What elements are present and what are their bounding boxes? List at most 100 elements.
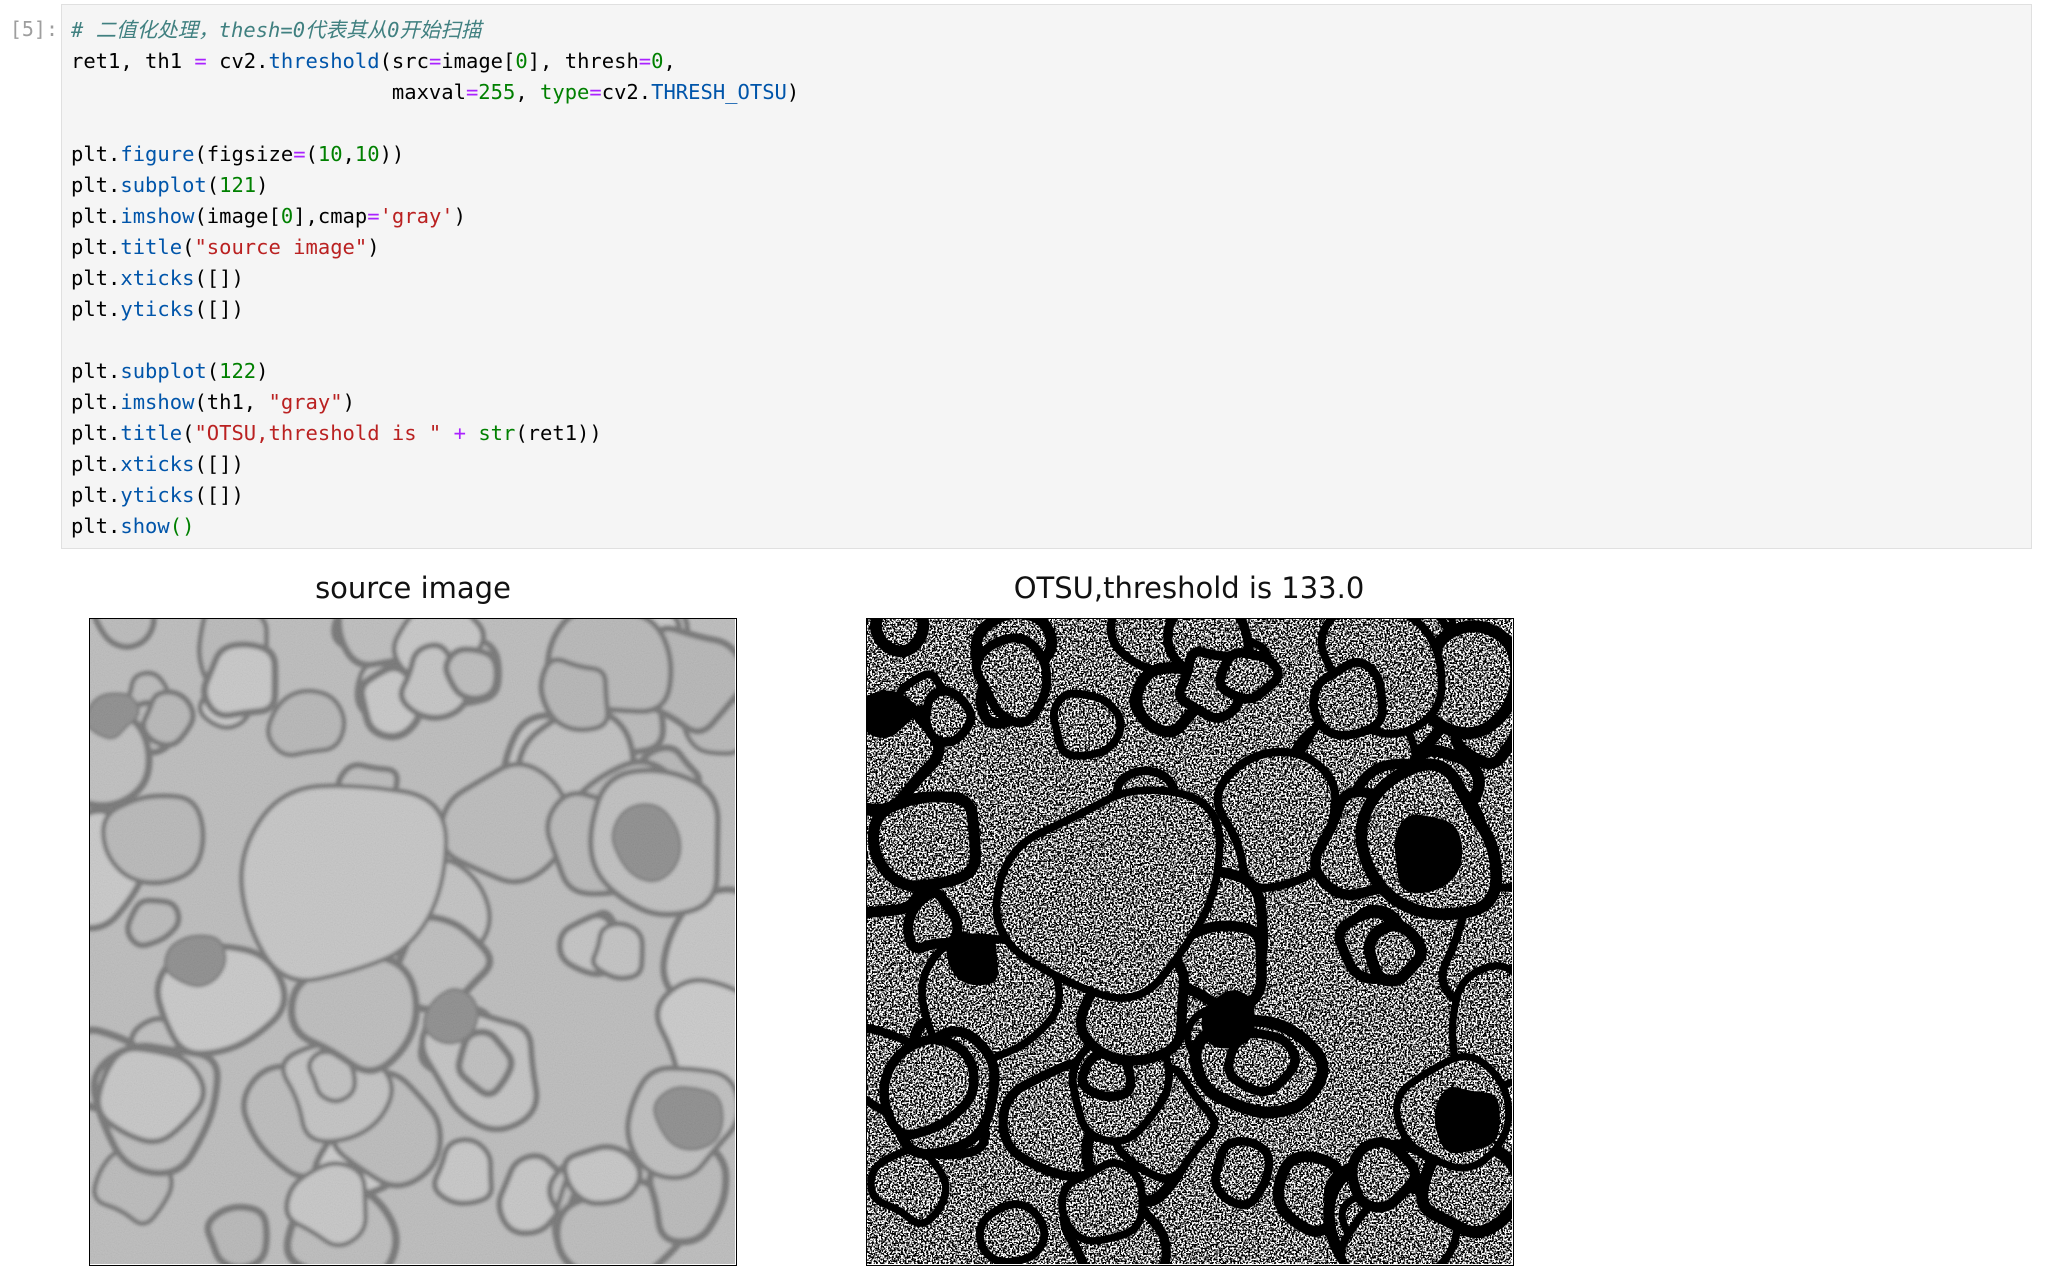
otsu-image-axes [866,618,1514,1266]
code-token: (ret1)) [515,421,602,445]
code-token: ([]) [194,297,244,321]
code-token: 121 [219,173,257,197]
code-token: 0 [651,49,664,73]
code-token: "gray" [268,390,343,414]
code-token: (figsize [194,142,294,166]
code-token: ) [453,204,466,228]
code-token: (src [379,49,429,73]
code-line[interactable]: maxval=255, type=cv2.THRESH_OTSU) [71,77,799,108]
code-token: ) [256,359,269,383]
code-line[interactable]: plt.title("source image") [71,232,799,263]
code-token: "source image" [194,235,368,259]
code-line[interactable]: plt.subplot(121) [71,170,799,201]
code-token: 'gray' [379,204,454,228]
code-line[interactable] [71,325,799,356]
code-token: "OTSU,threshold is " [194,421,442,445]
code-token: plt. [71,483,121,507]
otsu-binary-image [867,619,1512,1264]
code-token: ret1, th1 [71,49,195,73]
code-token: ) [342,390,355,414]
code-token: show [120,514,170,538]
code-token: ([]) [194,452,244,476]
code-token: 0 [280,204,294,228]
code-line[interactable]: plt.xticks([]) [71,449,799,480]
code-token: plt. [71,421,121,445]
code-token: ([]) [194,266,244,290]
code-token: xticks [120,452,195,476]
code-token: ) [256,173,269,197]
code-token: subplot [120,359,207,383]
source-image-axes [89,618,737,1266]
code-token: plt. [71,452,121,476]
code-token: , [342,142,355,166]
code-token: type [540,80,590,104]
code-token: plt. [71,297,121,321]
code-token: image[ [441,49,516,73]
code-token: ( [206,359,220,383]
code-token: ) [367,235,380,259]
cell-prompt: [5]: [9,17,58,41]
code-line[interactable]: plt.yticks([]) [71,294,799,325]
code-token: ) [786,80,800,104]
code-token: (th1, [194,390,269,414]
code-token: () [169,514,195,538]
code-token: xticks [120,266,195,290]
code-token: imshow [120,204,195,228]
code-token: ],cmap [293,204,368,228]
code-token: ], thresh [527,49,639,73]
left-plot-title: source image [315,571,511,605]
code-token: 10 [317,142,343,166]
code-line[interactable]: plt.subplot(122) [71,356,799,387]
code-token: ( [182,421,195,445]
code-token: THRESH_OTSU [651,80,787,104]
code-token: plt. [71,173,121,197]
code-editor[interactable]: # 二值化处理，thesh=0代表其从0开始扫描 ret1, th1 = cv2.… [71,15,799,542]
code-token: = [293,142,306,166]
code-token: plt. [71,390,121,414]
code-token: ( [305,142,318,166]
code-token: cv2. [206,49,269,73]
code-token: yticks [120,297,195,321]
code-token: = [194,49,207,73]
right-plot-title: OTSU,threshold is 133.0 [1013,571,1365,605]
code-token: plt. [71,359,121,383]
code-token: ([]) [194,483,244,507]
code-token: = [367,204,380,228]
code-token: 0 [515,49,528,73]
code-token: # 二值化处理，thesh=0代表其从0开始扫描 [71,18,482,42]
code-line[interactable]: ret1, th1 = cv2.threshold(src=image[0], … [71,46,799,77]
source-image [90,619,735,1264]
code-token: title [120,235,183,259]
code-line[interactable]: plt.imshow(image[0],cmap='gray') [71,201,799,232]
code-token: = [465,80,479,104]
code-token: + [453,421,466,445]
code-line[interactable]: plt.figure(figsize=(10,10)) [71,139,799,170]
code-token: subplot [120,173,207,197]
code-token: = [589,80,602,104]
code-token: title [120,421,183,445]
code-line[interactable]: plt.yticks([]) [71,480,799,511]
code-token: plt. [71,514,121,538]
code-token: plt. [71,235,121,259]
code-token: str [478,421,516,445]
code-line[interactable] [71,108,799,139]
code-token: )) [379,142,405,166]
code-cell-input[interactable]: # 二值化处理，thesh=0代表其从0开始扫描 ret1, th1 = cv2.… [61,4,2032,549]
code-line[interactable]: plt.xticks([]) [71,263,799,294]
code-token: , [515,80,541,104]
code-line[interactable]: plt.title("OTSU,threshold is " + str(ret… [71,418,799,449]
code-token: ( [182,235,195,259]
code-token: plt. [71,204,121,228]
code-token: threshold [268,49,380,73]
code-token: maxval [71,80,466,104]
code-token: (image[ [194,204,281,228]
code-line[interactable]: # 二值化处理，thesh=0代表其从0开始扫描 [71,15,799,46]
code-line[interactable]: plt.imshow(th1, "gray") [71,387,799,418]
code-token: plt. [71,142,121,166]
code-token: imshow [120,390,195,414]
code-token: 122 [219,359,257,383]
code-token: ( [206,173,220,197]
code-line[interactable]: plt.show() [71,511,799,542]
